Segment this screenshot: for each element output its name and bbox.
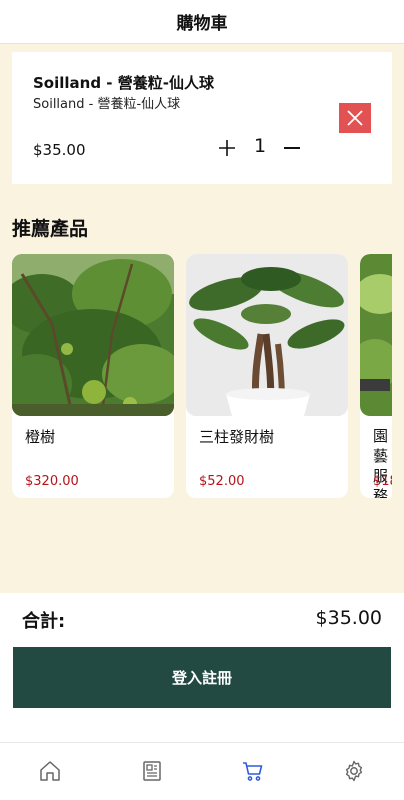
product-image bbox=[360, 254, 392, 416]
tab-home[interactable] bbox=[34, 755, 66, 787]
remove-item-button[interactable] bbox=[339, 103, 371, 133]
total-value: $35.00 bbox=[315, 607, 382, 629]
bottom-tab-bar bbox=[0, 742, 404, 800]
quantity-increase-button[interactable] bbox=[215, 136, 239, 160]
recommended-list[interactable]: 橙樹 $320.00 三柱發財樹 $52.00 園藝服務 $1 bbox=[12, 254, 392, 504]
product-name: 三柱發財樹 bbox=[199, 428, 275, 446]
product-price: $320.00 bbox=[25, 474, 79, 489]
minus-icon bbox=[284, 147, 300, 149]
total-label: 合計: bbox=[22, 611, 66, 632]
plus-icon bbox=[219, 140, 235, 156]
recommended-title: 推薦產品 bbox=[12, 218, 89, 240]
tab-news[interactable] bbox=[136, 755, 168, 787]
home-icon bbox=[40, 761, 60, 781]
tab-settings[interactable] bbox=[338, 755, 370, 787]
close-icon bbox=[347, 110, 363, 126]
content-area: Soilland - 營養粒-仙人球 Soilland - 營養粒-仙人球 $3… bbox=[0, 44, 404, 593]
settings-icon bbox=[345, 760, 363, 782]
product-image bbox=[186, 254, 348, 416]
product-name: 橙樹 bbox=[25, 428, 56, 446]
cart-item-price: $35.00 bbox=[33, 141, 86, 159]
cart-item-name: Soilland - 營養粒-仙人球 bbox=[33, 74, 214, 92]
product-price: $18 bbox=[373, 474, 392, 489]
total-bar: 合計: $35.00 bbox=[0, 593, 404, 647]
header: 購物車 bbox=[0, 0, 404, 44]
cart-item-subtitle: Soilland - 營養粒-仙人球 bbox=[33, 97, 181, 112]
cart-icon bbox=[243, 762, 263, 781]
product-price: $52.00 bbox=[199, 474, 245, 489]
quantity-value: 1 bbox=[253, 135, 267, 157]
quantity-decrease-button[interactable] bbox=[280, 136, 304, 160]
product-image bbox=[12, 254, 174, 416]
login-register-button[interactable]: 登入註冊 bbox=[13, 647, 391, 708]
recommended-card[interactable]: 園藝服務 $18 bbox=[360, 254, 392, 498]
news-icon bbox=[143, 761, 161, 781]
recommended-card[interactable]: 橙樹 $320.00 bbox=[12, 254, 174, 498]
recommended-card[interactable]: 三柱發財樹 $52.00 bbox=[186, 254, 348, 498]
tab-cart[interactable] bbox=[237, 755, 269, 787]
page-title: 購物車 bbox=[176, 14, 228, 34]
cart-item-card: Soilland - 營養粒-仙人球 Soilland - 營養粒-仙人球 $3… bbox=[12, 52, 392, 184]
